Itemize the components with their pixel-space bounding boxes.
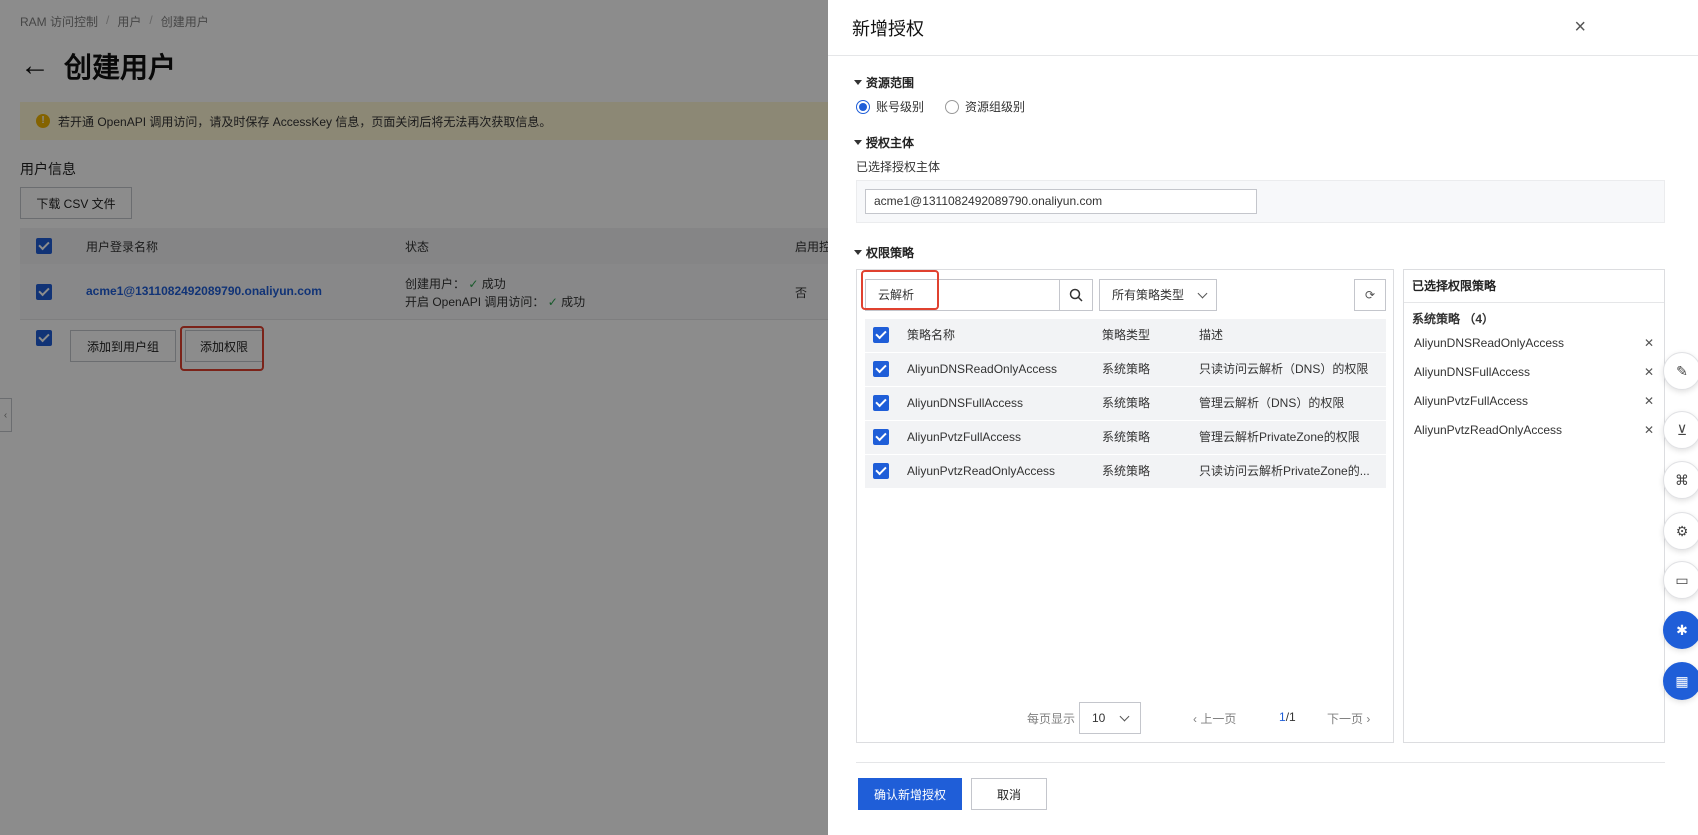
- drawer-title: 新增授权: [852, 18, 924, 39]
- edit-icon[interactable]: ✎: [1663, 352, 1698, 390]
- table-row[interactable]: AliyunPvtzFullAccess 系统策略 管理云解析PrivateZo…: [865, 420, 1386, 454]
- page-size-select[interactable]: 10: [1079, 702, 1141, 734]
- assistant-icon[interactable]: ✱: [1663, 611, 1698, 649]
- per-page-label: 每页显示: [1027, 712, 1076, 726]
- selected-policies-panel: 已选择权限策略 系统策略 （4） AliyunDNSReadOnlyAccess…: [1403, 269, 1665, 743]
- policy-name: AliyunDNSReadOnlyAccess: [907, 362, 1058, 376]
- grant-drawer: 新增授权 × 资源范围 账号级别 资源组级别 授权主体 已选择授权主体 acme…: [828, 0, 1698, 835]
- modal-overlay[interactable]: [0, 0, 828, 835]
- chat-icon[interactable]: ▭: [1663, 561, 1698, 599]
- chevron-down-icon: [1119, 711, 1130, 722]
- pagination: 每页显示 10 ‹ 上一页 1/1 下一页 ›: [857, 702, 1395, 734]
- policy-type: 系统策略: [1102, 464, 1151, 478]
- next-page-button[interactable]: 下一页 ›: [1327, 710, 1370, 727]
- table-row[interactable]: AliyunDNSReadOnlyAccess 系统策略 只读访问云解析（DNS…: [865, 352, 1386, 386]
- policy-checkbox[interactable]: [873, 463, 889, 479]
- page-indicator: 1/1: [1279, 710, 1296, 724]
- table-row[interactable]: AliyunDNSFullAccess 系统策略 管理云解析（DNS）的权限: [865, 386, 1386, 420]
- confirm-grant-button[interactable]: 确认新增授权: [858, 778, 962, 810]
- drawer-header: 新增授权 ×: [828, 0, 1698, 56]
- apps-icon[interactable]: ▦: [1663, 662, 1698, 700]
- cart-icon[interactable]: ⊻: [1663, 411, 1698, 449]
- policy-name: AliyunPvtzFullAccess: [907, 430, 1022, 444]
- highlight-search: [861, 270, 939, 310]
- policy-type: 系统策略: [1102, 362, 1151, 376]
- policy-section-title[interactable]: 权限策略: [854, 244, 914, 261]
- policy-checkbox[interactable]: [873, 395, 889, 411]
- selected-title: 已选择权限策略: [1404, 270, 1664, 303]
- policy-table-header: 策略名称 策略类型 描述: [865, 319, 1386, 352]
- api-icon[interactable]: ⌘: [1663, 461, 1698, 499]
- scope-section-title[interactable]: 资源范围: [854, 74, 914, 91]
- cancel-button[interactable]: 取消: [971, 778, 1047, 810]
- policy-desc: 管理云解析（DNS）的权限: [1199, 396, 1345, 410]
- selected-policy-item: AliyunPvtzReadOnlyAccess ✕: [1414, 423, 1654, 437]
- table-row[interactable]: AliyunPvtzReadOnlyAccess 系统策略 只读访问云解析Pri…: [865, 454, 1386, 488]
- remove-icon[interactable]: ✕: [1644, 423, 1654, 437]
- close-icon[interactable]: ×: [1574, 16, 1586, 39]
- radio-resource-group-level[interactable]: 资源组级别: [945, 98, 1025, 115]
- selected-group-label: 系统策略 （4）: [1412, 312, 1495, 326]
- policy-desc: 只读访问云解析（DNS）的权限: [1199, 362, 1369, 376]
- selected-policy-item: AliyunPvtzFullAccess ✕: [1414, 394, 1654, 408]
- refresh-icon[interactable]: ⟳: [1354, 279, 1386, 311]
- policy-type: 系统策略: [1102, 396, 1151, 410]
- prev-page-button[interactable]: ‹ 上一页: [1193, 710, 1236, 727]
- policy-desc: 管理云解析PrivateZone的权限: [1199, 430, 1360, 444]
- policy-table: 策略名称 策略类型 描述 AliyunDNSReadOnlyAccess 系统策…: [865, 319, 1386, 488]
- selected-policy-item: AliyunDNSFullAccess ✕: [1414, 365, 1654, 379]
- selected-policy-item: AliyunDNSReadOnlyAccess ✕: [1414, 336, 1654, 350]
- policy-type-select[interactable]: 所有策略类型: [1099, 279, 1217, 311]
- principal-input[interactable]: acme1@1311082492089790.onaliyun.com: [865, 189, 1257, 214]
- radio-account-level[interactable]: 账号级别: [856, 98, 924, 115]
- policy-panel: 云解析 所有策略类型 ⟳ 策略名称 策略类型 描述 AliyunDNSReadO…: [856, 269, 1394, 743]
- principal-box: acme1@1311082492089790.onaliyun.com: [856, 180, 1665, 223]
- select-all-policies-checkbox[interactable]: [873, 327, 889, 343]
- policy-checkbox[interactable]: [873, 429, 889, 445]
- policy-type: 系统策略: [1102, 430, 1151, 444]
- remove-icon[interactable]: ✕: [1644, 336, 1654, 350]
- policy-name: AliyunDNSFullAccess: [907, 396, 1024, 410]
- principal-label: 已选择授权主体: [856, 160, 941, 174]
- footer-divider: [856, 762, 1665, 763]
- remove-icon[interactable]: ✕: [1644, 365, 1654, 379]
- remove-icon[interactable]: ✕: [1644, 394, 1654, 408]
- settings-icon[interactable]: ⚙: [1663, 512, 1698, 550]
- principal-section-title[interactable]: 授权主体: [854, 134, 914, 151]
- search-icon[interactable]: [1059, 279, 1093, 311]
- chevron-down-icon: [1197, 288, 1208, 299]
- policy-desc: 只读访问云解析PrivateZone的...: [1199, 464, 1370, 478]
- policy-name: AliyunPvtzReadOnlyAccess: [907, 464, 1056, 478]
- policy-checkbox[interactable]: [873, 361, 889, 377]
